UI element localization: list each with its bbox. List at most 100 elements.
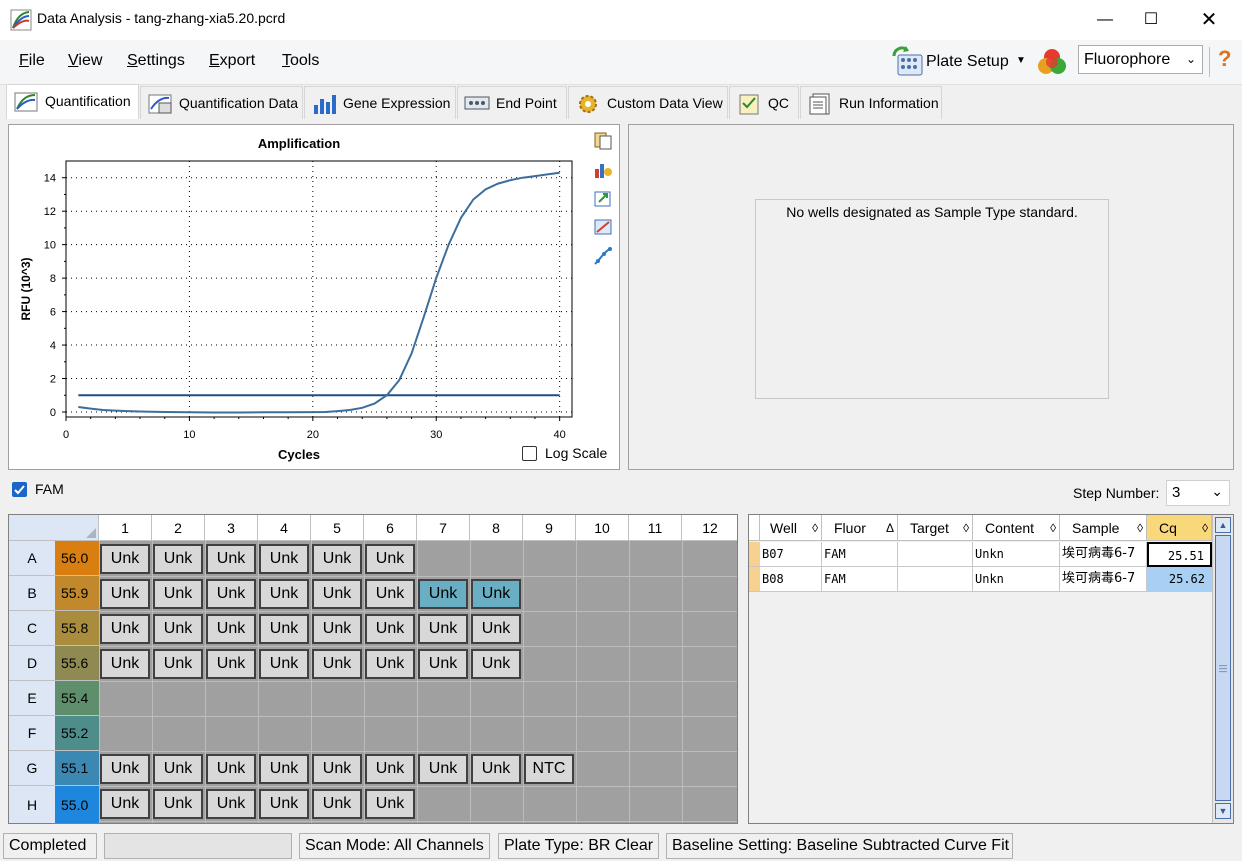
plate-well-B3[interactable]: Unk <box>206 579 256 609</box>
plate-row-header-E[interactable]: E <box>9 681 55 716</box>
menu-settings[interactable]: Settings <box>127 52 185 70</box>
plate-row-header-D[interactable]: D <box>9 646 55 681</box>
plate-row-header-B[interactable]: B <box>9 576 55 611</box>
fluorophore-select[interactable]: Fluorophore ⌄ <box>1078 45 1203 74</box>
plate-well-G7[interactable]: Unk <box>418 754 468 784</box>
scroll-thumb[interactable]: — — — <box>1215 535 1231 801</box>
plate-well-G3[interactable]: Unk <box>206 754 256 784</box>
plate-well-C1[interactable]: Unk <box>100 614 150 644</box>
maximize-icon[interactable]: ☐ <box>1128 0 1174 40</box>
tab-gene-expression[interactable]: Gene Expression <box>304 86 456 119</box>
plate-well-B1[interactable]: Unk <box>100 579 150 609</box>
plate-column-header-6[interactable]: 6 <box>364 515 417 541</box>
plate-well-D3[interactable]: Unk <box>206 649 256 679</box>
plate-column-header-1[interactable]: 1 <box>99 515 152 541</box>
plate-well-D1[interactable]: Unk <box>100 649 150 679</box>
table-header-sample[interactable]: Sample ◊ <box>1060 515 1147 541</box>
plate-well-H6[interactable]: Unk <box>365 789 415 819</box>
help-icon[interactable]: ? <box>1218 46 1231 72</box>
table-cell-target[interactable] <box>898 567 973 592</box>
plate-well-H2[interactable]: Unk <box>153 789 203 819</box>
plate-well-G1[interactable]: Unk <box>100 754 150 784</box>
table-cell-well[interactable]: B08 <box>760 567 822 592</box>
table-cell-fluor[interactable]: FAM <box>822 542 898 567</box>
plate-column-header-2[interactable]: 2 <box>152 515 205 541</box>
menu-file[interactable]: File <box>19 52 45 70</box>
log-scale-checkbox[interactable] <box>522 446 537 461</box>
plate-well-G5[interactable]: Unk <box>312 754 362 784</box>
plate-row-header-C[interactable]: C <box>9 611 55 646</box>
table-cell-well[interactable]: B07 <box>760 542 822 567</box>
plate-well-A6[interactable]: Unk <box>365 544 415 574</box>
scroll-up-icon[interactable]: ▲ <box>1215 517 1231 533</box>
plate-well-D6[interactable]: Unk <box>365 649 415 679</box>
plate-column-header-5[interactable]: 5 <box>311 515 364 541</box>
zoom-icon[interactable] <box>593 217 613 237</box>
plate-column-header-9[interactable]: 9 <box>523 515 576 541</box>
plate-well-B8[interactable]: Unk <box>471 579 521 609</box>
menu-export[interactable]: Export <box>209 52 255 70</box>
scroll-down-icon[interactable]: ▼ <box>1215 803 1231 819</box>
plate-column-header-12[interactable]: 12 <box>682 515 737 541</box>
plate-well-G2[interactable]: Unk <box>153 754 203 784</box>
table-header-fluor[interactable]: Fluor Δ <box>822 515 898 541</box>
table-cell-fluor[interactable]: FAM <box>822 567 898 592</box>
curve-fit-icon[interactable] <box>593 246 613 266</box>
tab-end-point[interactable]: End Point <box>457 86 567 119</box>
plate-corner[interactable] <box>9 515 99 541</box>
plate-row-header-H[interactable]: H <box>9 786 55 823</box>
table-cell-content[interactable]: Unkn <box>973 542 1060 567</box>
minimize-icon[interactable]: — <box>1082 0 1128 40</box>
plate-column-header-8[interactable]: 8 <box>470 515 523 541</box>
tab-run-information[interactable]: Run Information <box>800 86 942 119</box>
plate-row-header-G[interactable]: G <box>9 751 55 786</box>
step-number-select[interactable]: 3 ⌄ <box>1166 480 1230 506</box>
plate-well-H1[interactable]: Unk <box>100 789 150 819</box>
menu-view[interactable]: View <box>68 52 102 70</box>
table-header-content[interactable]: Content ◊ <box>973 515 1060 541</box>
plate-well-A3[interactable]: Unk <box>206 544 256 574</box>
table-cell-content[interactable]: Unkn <box>973 567 1060 592</box>
plate-row-header-A[interactable]: A <box>9 541 55 576</box>
plate-well-B2[interactable]: Unk <box>153 579 203 609</box>
plate-well-C5[interactable]: Unk <box>312 614 362 644</box>
plate-well-D4[interactable]: Unk <box>259 649 309 679</box>
plate-column-header-10[interactable]: 10 <box>576 515 629 541</box>
plate-well-B6[interactable]: Unk <box>365 579 415 609</box>
plate-column-header-3[interactable]: 3 <box>205 515 258 541</box>
close-icon[interactable]: ✕ <box>1186 0 1232 40</box>
plate-row-header-F[interactable]: F <box>9 716 55 751</box>
plate-well-G9[interactable]: NTC <box>524 754 574 784</box>
table-header-cq[interactable]: Cq ◊ <box>1147 515 1212 541</box>
tab-quantification[interactable]: Quantification <box>6 84 139 119</box>
table-scrollbar[interactable]: ▲ — — — ▼ <box>1212 515 1233 823</box>
plate-well-B7[interactable]: Unk <box>418 579 468 609</box>
plate-well-C7[interactable]: Unk <box>418 614 468 644</box>
plate-column-header-4[interactable]: 4 <box>258 515 311 541</box>
plate-well-C3[interactable]: Unk <box>206 614 256 644</box>
table-cell-cq[interactable]: 25.62 <box>1147 567 1212 592</box>
table-header-well[interactable]: Well ◊ <box>760 515 822 541</box>
chart-settings-icon[interactable] <box>593 159 613 179</box>
plate-well-C8[interactable]: Unk <box>471 614 521 644</box>
plate-well-A4[interactable]: Unk <box>259 544 309 574</box>
table-cell-sample[interactable]: 埃可病毒6-7 <box>1060 567 1147 592</box>
plate-well-H3[interactable]: Unk <box>206 789 256 819</box>
tab-custom-data-view[interactable]: Custom Data View <box>568 86 728 119</box>
plate-well-G8[interactable]: Unk <box>471 754 521 784</box>
plate-well-G4[interactable]: Unk <box>259 754 309 784</box>
row-marker[interactable] <box>749 567 760 592</box>
plate-well-D8[interactable]: Unk <box>471 649 521 679</box>
tab-qc[interactable]: QC <box>729 86 799 119</box>
plate-well-D7[interactable]: Unk <box>418 649 468 679</box>
plate-well-A1[interactable]: Unk <box>100 544 150 574</box>
table-cell-sample[interactable]: 埃可病毒6-7 <box>1060 542 1147 567</box>
row-marker[interactable] <box>749 542 760 567</box>
plate-well-C2[interactable]: Unk <box>153 614 203 644</box>
plate-well-C6[interactable]: Unk <box>365 614 415 644</box>
plate-column-header-7[interactable]: 7 <box>417 515 470 541</box>
copy-icon[interactable] <box>593 130 613 150</box>
table-header-target[interactable]: Target ◊ <box>898 515 973 541</box>
plate-well-H4[interactable]: Unk <box>259 789 309 819</box>
plate-well-A5[interactable]: Unk <box>312 544 362 574</box>
